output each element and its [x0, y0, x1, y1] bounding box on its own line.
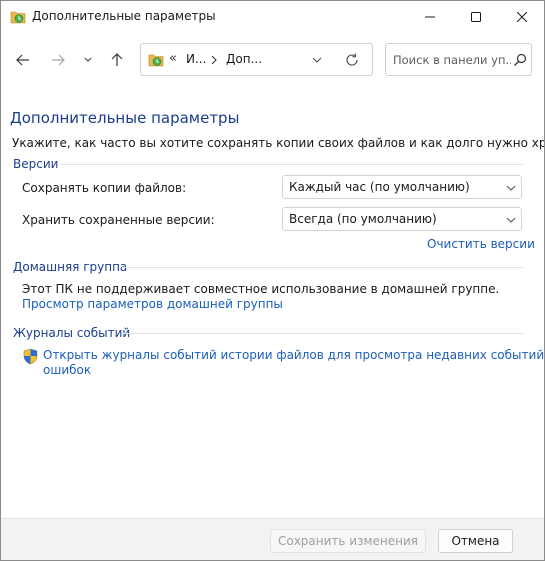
- file-history-icon: [148, 54, 164, 67]
- shield-icon: [23, 348, 38, 365]
- homegroup-status-text: Этот ПК не поддерживает совместное испол…: [22, 282, 500, 296]
- file-history-icon: [10, 11, 26, 24]
- address-overflow-chevron[interactable]: «: [169, 51, 177, 66]
- recent-locations-button[interactable]: [79, 48, 97, 72]
- clean-up-versions-link[interactable]: Очистить версии: [427, 237, 535, 251]
- keep-versions-value: Всегда (по умолчанию): [289, 212, 437, 226]
- window-title: Дополнительные параметры: [32, 9, 216, 23]
- arrow-up-icon: [111, 53, 123, 66]
- page-description: Укажите, как часто вы хотите сохранять к…: [12, 136, 544, 150]
- save-copies-value: Каждый час (по умолчанию): [289, 180, 470, 194]
- close-icon: [517, 11, 527, 22]
- chevron-down-icon[interactable]: [311, 54, 323, 66]
- search-icon[interactable]: [513, 53, 527, 67]
- chevron-right-icon: [211, 55, 217, 65]
- keep-versions-dropdown[interactable]: Всегда (по умолчанию): [282, 207, 522, 231]
- section-title-homegroup: Домашняя группа: [13, 260, 128, 274]
- section-divider: [61, 164, 523, 165]
- breadcrumb-item[interactable]: И...: [186, 52, 206, 66]
- arrow-left-icon: [16, 54, 29, 66]
- refresh-icon[interactable]: [344, 52, 360, 68]
- minimize-icon: [425, 16, 435, 17]
- section-title-event-logs: Журналы событий: [13, 326, 131, 340]
- page-title: Дополнительные параметры: [10, 109, 240, 127]
- section-divider: [122, 267, 523, 268]
- navigation-bar: « И... Доп...: [1, 32, 544, 90]
- back-button[interactable]: [12, 48, 34, 72]
- arrow-right-icon: [52, 54, 65, 66]
- up-button[interactable]: [106, 48, 128, 72]
- event-logs-link-line2[interactable]: ошибок: [43, 363, 544, 377]
- forward-button[interactable]: [47, 48, 69, 72]
- chevron-down-icon: [506, 217, 516, 223]
- breadcrumb-item[interactable]: Доп...: [226, 52, 262, 66]
- homegroup-settings-link[interactable]: Просмотр параметров домашней группы: [22, 297, 283, 311]
- search-input[interactable]: [393, 44, 511, 75]
- event-logs-link[interactable]: Открыть журналы событий истории файлов д…: [43, 348, 544, 377]
- keep-versions-label: Хранить сохраненные версии:: [22, 213, 215, 227]
- window: Дополнительные параметры « И... Доп... П…: [0, 0, 545, 561]
- close-button[interactable]: [499, 1, 544, 32]
- title-bar[interactable]: Дополнительные параметры: [1, 1, 544, 32]
- footer-bar: Сохранить изменения Отмена: [1, 518, 544, 560]
- section-divider: [122, 333, 523, 334]
- maximize-icon: [471, 11, 481, 22]
- save-changes-button[interactable]: Сохранить изменения: [270, 529, 426, 553]
- minimize-button[interactable]: [407, 1, 453, 32]
- chevron-down-icon: [506, 185, 516, 191]
- save-copies-label: Сохранять копии файлов:: [22, 181, 187, 195]
- address-bar[interactable]: « И... Доп...: [140, 43, 373, 76]
- event-logs-link-line1[interactable]: Открыть журналы событий истории файлов д…: [43, 348, 544, 362]
- section-title-versions: Версии: [13, 157, 59, 171]
- save-copies-dropdown[interactable]: Каждый час (по умолчанию): [282, 175, 522, 199]
- search-box[interactable]: [385, 43, 532, 76]
- cancel-button[interactable]: Отмена: [438, 529, 513, 553]
- chevron-down-icon: [84, 57, 92, 62]
- maximize-button[interactable]: [453, 1, 499, 32]
